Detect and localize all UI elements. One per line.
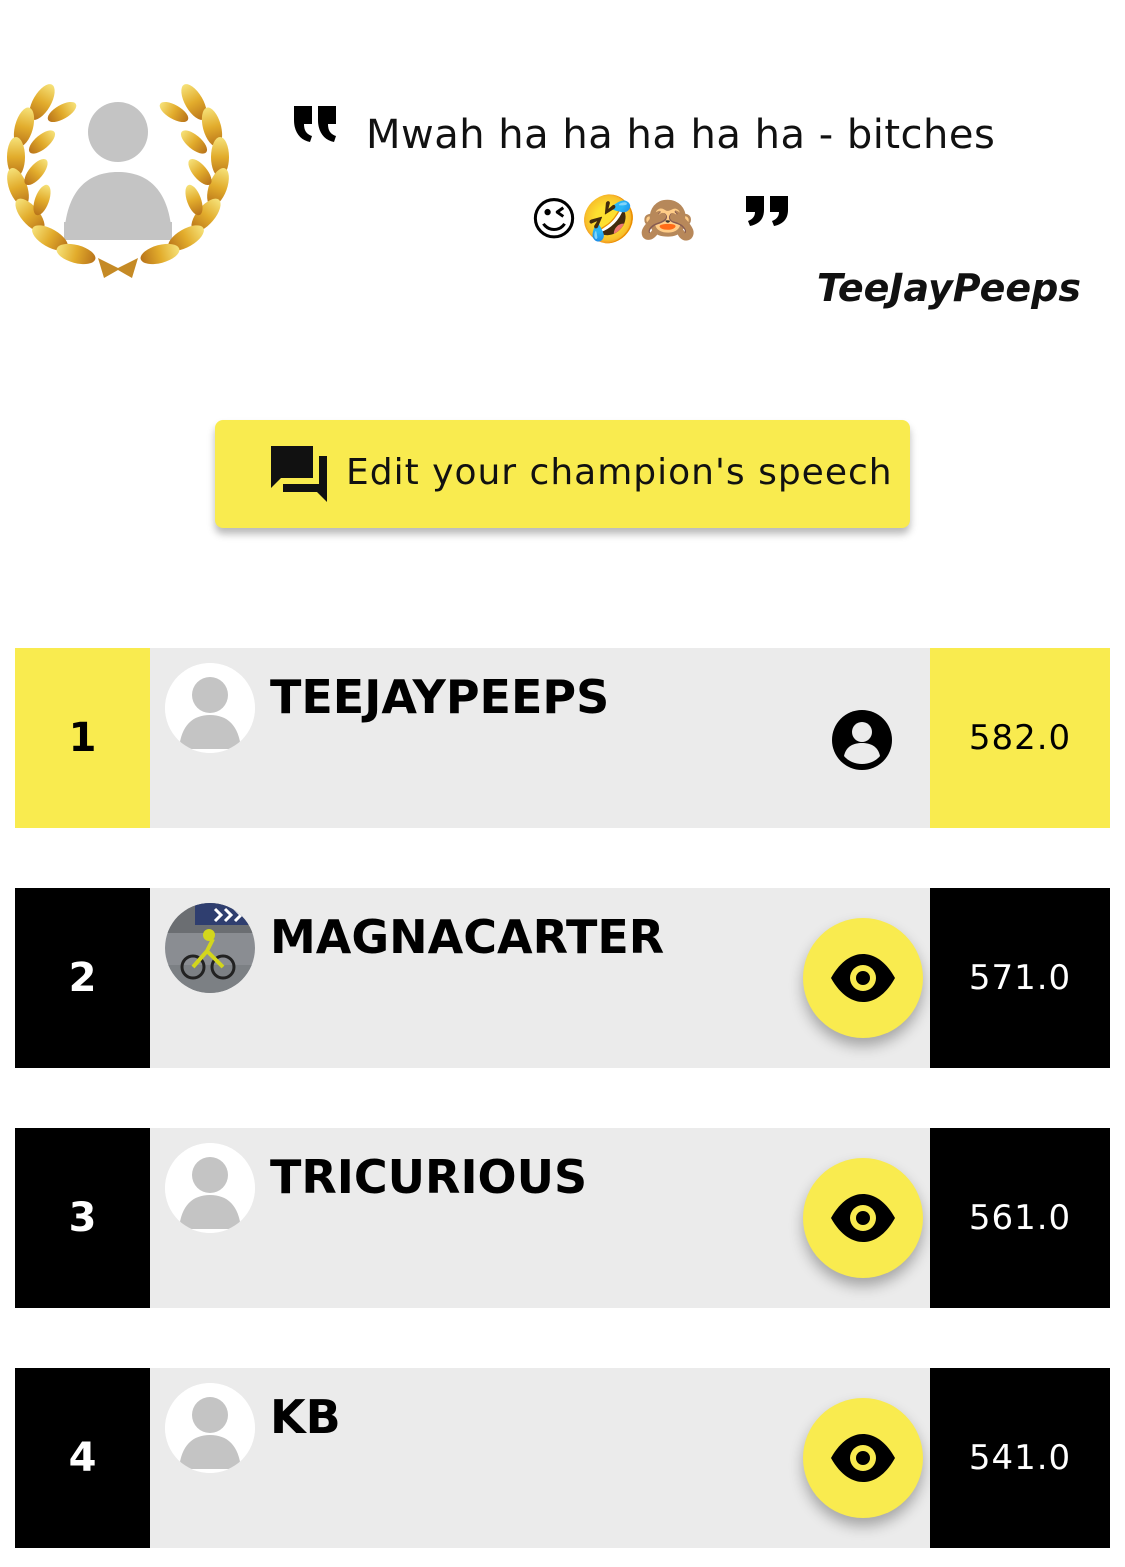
view-user-button[interactable] [803, 1158, 923, 1278]
edit-speech-button[interactable]: Edit your champion's speech [215, 420, 910, 528]
leaderboard-row[interactable]: 3 TRICURIOUS 561.0 [15, 1128, 1110, 1308]
avatar [165, 663, 255, 753]
user-name: TRICURIOUS [270, 1150, 588, 1204]
score-cell: 571.0 [930, 888, 1110, 1068]
eye-icon [831, 954, 895, 1002]
close-quote-icon [744, 196, 792, 226]
profile-icon[interactable] [830, 708, 894, 772]
open-quote-icon [292, 102, 340, 146]
champion-author: TeeJayPeeps [816, 266, 1081, 310]
eye-icon [831, 1434, 895, 1482]
default-avatar-icon [165, 663, 255, 753]
score-cell: 541.0 [930, 1368, 1110, 1548]
champion-quote: Mwah ha ha ha ha ha - bitches [366, 112, 996, 158]
eye-icon [831, 1194, 895, 1242]
avatar [165, 903, 255, 993]
laurel-wreath-icon [7, 84, 229, 278]
rank-cell: 3 [15, 1128, 150, 1308]
avatar [165, 1383, 255, 1473]
leaderboard-row[interactable]: 2 MAGNACARTER 571.0 [15, 888, 1110, 1068]
forum-icon [271, 446, 327, 502]
edit-speech-label: Edit your champion's speech [346, 452, 893, 493]
view-user-button[interactable] [803, 1398, 923, 1518]
default-avatar-icon [165, 1143, 255, 1233]
user-name: TEEJAYPEEPS [270, 670, 610, 724]
leaderboard-row[interactable]: 1 TEEJAYPEEPS 582.0 [15, 648, 1110, 828]
cyclist-photo-icon [165, 903, 255, 993]
score-cell: 582.0 [930, 648, 1110, 828]
rank-cell: 2 [15, 888, 150, 1068]
champion-quote-emojis: 😉🤣🙈 [530, 192, 699, 246]
leaderboard-page: Mwah ha ha ha ha ha - bitches 😉🤣🙈 TeeJay… [0, 0, 1125, 1567]
avatar [165, 1143, 255, 1233]
rank-cell: 1 [15, 648, 150, 828]
score-cell: 561.0 [930, 1128, 1110, 1308]
default-avatar-icon [165, 1383, 255, 1473]
view-user-button[interactable] [803, 918, 923, 1038]
leaderboard-row[interactable]: 4 KB 541.0 [15, 1368, 1110, 1548]
user-name: KB [270, 1390, 341, 1444]
rank-cell: 4 [15, 1368, 150, 1548]
champion-avatar-laurel [2, 72, 234, 282]
user-name: MAGNACARTER [270, 910, 665, 964]
